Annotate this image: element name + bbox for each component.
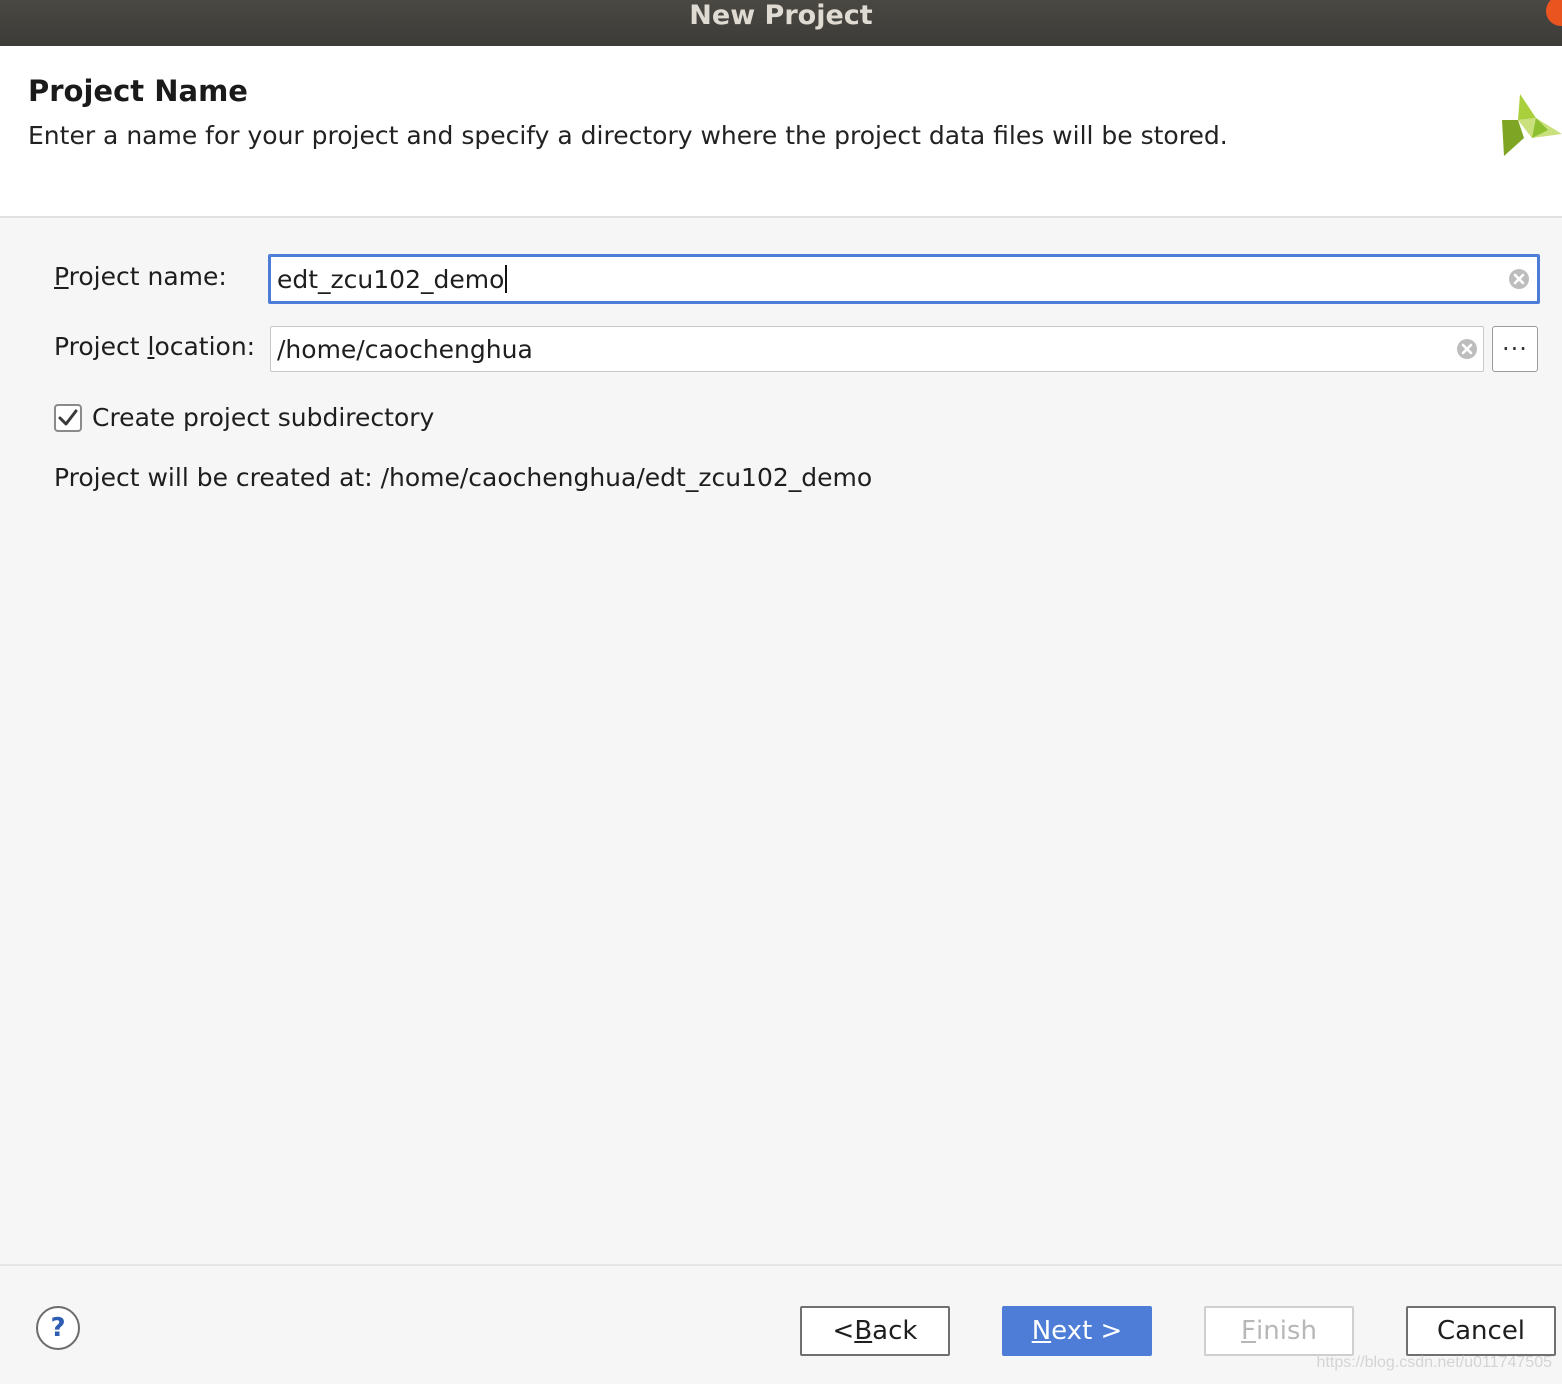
help-icon[interactable]: ? (36, 1306, 80, 1350)
project-name-label: Project name: (54, 262, 227, 291)
back-button[interactable]: < Back (800, 1306, 950, 1356)
clear-icon[interactable] (1507, 267, 1531, 291)
watermark: https://blog.csdn.net/u011747505 (1316, 1354, 1552, 1371)
project-location-label: Project location: (54, 332, 256, 361)
create-subdirectory-label[interactable]: Create project subdirectory (92, 403, 434, 432)
finish-button: Finish (1204, 1306, 1354, 1356)
clear-icon[interactable] (1455, 337, 1479, 361)
page-description: Enter a name for your project and specif… (28, 121, 1228, 150)
footer-divider (0, 1264, 1562, 1266)
project-path-preview: Project will be created at: /home/caoche… (54, 463, 873, 492)
page-title: Project Name (28, 74, 248, 108)
project-name-input[interactable]: edt_zcu102_demo (268, 254, 1540, 304)
title-bar: New Project (0, 0, 1562, 46)
window-title: New Project (689, 0, 873, 31)
next-button[interactable]: Next > (1002, 1306, 1152, 1356)
text-caret (505, 265, 508, 293)
create-subdirectory-checkbox[interactable] (54, 404, 82, 432)
check-icon (58, 409, 78, 426)
wizard-header: Project Name Enter a name for your proje… (0, 46, 1562, 218)
logo-icon (1502, 94, 1562, 156)
project-location-value: /home/caochenghua (277, 334, 533, 364)
project-location-input[interactable]: /home/caochenghua (270, 326, 1484, 372)
project-name-value: edt_zcu102_demo (277, 264, 505, 294)
browse-button[interactable]: ··· (1492, 326, 1538, 372)
cancel-button[interactable]: Cancel (1406, 1306, 1556, 1356)
